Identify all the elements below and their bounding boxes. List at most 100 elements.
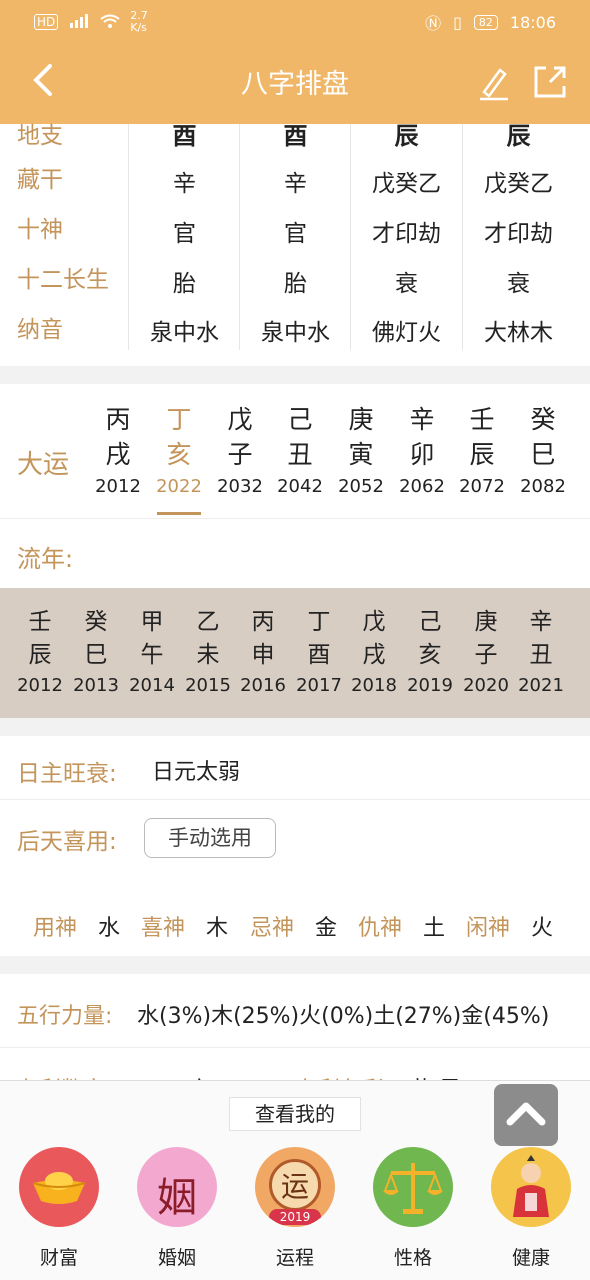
nfc-icon: Ⓝ — [425, 14, 442, 33]
wangshuai-value: 日元太弱 — [152, 760, 241, 785]
shen-label: 喜神 — [141, 916, 186, 941]
health-label: 健康 — [511, 1247, 550, 1269]
dayun-item[interactable]: 癸巳 2082 — [513, 402, 573, 502]
marriage-glyph: 姻 — [157, 1175, 197, 1221]
health-icon — [491, 1147, 571, 1227]
fortune-year-badge: 2019 — [269, 1209, 321, 1225]
label-nayin: 纳音 — [17, 317, 63, 343]
liunian-year: 2017 — [296, 675, 342, 696]
dayun-stem: 辛 — [409, 405, 435, 434]
shen-label: 仇神 — [358, 916, 403, 941]
shen-label: 忌神 — [250, 916, 295, 941]
liunian-item[interactable]: 癸巳 2013 — [68, 606, 124, 700]
dayun-stem: 癸 — [530, 405, 556, 434]
share-button[interactable] — [530, 62, 570, 102]
dayun-branch: 戌 — [105, 440, 131, 469]
liunian-stem: 丁 — [307, 609, 331, 635]
liunian-year: 2014 — [129, 675, 175, 696]
scroll-top-button[interactable] — [494, 1084, 558, 1146]
liunian-stem: 己 — [418, 609, 442, 635]
personality-button[interactable]: 性格 — [371, 1147, 455, 1269]
dayun-item[interactable]: 戊子 2032 — [210, 402, 270, 502]
liunian-item[interactable]: 戊戌 2018 — [346, 606, 402, 700]
dayun-stem: 庚 — [348, 405, 374, 434]
pillar-column-month: 酉 辛 官 胎 泉中水 — [239, 122, 350, 350]
clock: 18:06 — [509, 12, 556, 32]
liunian-branch: 戌 — [362, 642, 386, 668]
liunian-item[interactable]: 辛丑 2021 — [513, 606, 569, 700]
canggan-cell: 辛 — [173, 171, 196, 197]
dayun-branch: 卯 — [409, 440, 435, 469]
dayun-branch: 丑 — [287, 440, 313, 469]
dayun-item[interactable]: 庚寅 2052 — [331, 402, 391, 502]
dayun-stem: 己 — [287, 405, 313, 434]
marriage-button[interactable]: 姻 婚姻 — [135, 1147, 219, 1269]
shen-value: 木 — [206, 916, 229, 941]
app-header: 八字排盘 — [0, 42, 590, 124]
wealth-label: 财富 — [39, 1247, 78, 1269]
label-changsheng: 十二长生 — [17, 267, 109, 293]
liunian-branch: 辰 — [28, 642, 52, 668]
battery-level: 82 — [473, 14, 498, 30]
changsheng-cell: 胎 — [284, 271, 307, 297]
dayun-branch: 子 — [227, 440, 253, 469]
dizhi-cell: 酉 — [283, 122, 308, 150]
liunian-branch: 子 — [474, 642, 498, 668]
wangshuai-label: 日主旺衰: — [17, 761, 117, 787]
wifi-icon — [100, 14, 120, 31]
liunian-stem: 戊 — [362, 609, 386, 635]
liunian-item[interactable]: 壬辰 2012 — [12, 606, 68, 700]
liunian-item[interactable]: 丙申 2016 — [235, 606, 291, 700]
liunian-panel: 壬辰 2012 癸巳 2013 甲午 2014 乙未 2015 丙申 2016 丁酉 201… — [0, 588, 590, 718]
dizhi-cell: 辰 — [506, 122, 531, 150]
dayun-item[interactable]: 辛卯 2062 — [392, 402, 452, 502]
liunian-branch: 亥 — [418, 642, 442, 668]
shen-value: 金 — [315, 916, 338, 941]
dayun-item[interactable]: 壬辰 2072 — [452, 402, 512, 502]
dizhi-cell: 酉 — [172, 122, 197, 150]
nayin-cell: 泉中水 — [261, 320, 330, 346]
dayun-year: 2052 — [338, 476, 384, 497]
personality-label: 性格 — [393, 1247, 432, 1269]
pillar-column-hour: 辰 戊癸乙 才印劫 衰 大林木 — [462, 122, 573, 350]
dayun-year: 2072 — [459, 476, 505, 497]
shishen-cell: 官 — [173, 221, 196, 247]
shen-value: 土 — [423, 916, 446, 941]
changsheng-cell: 胎 — [173, 271, 196, 297]
liunian-item[interactable]: 丁酉 2017 — [291, 606, 347, 700]
dizhi-cell: 辰 — [394, 122, 419, 150]
changsheng-cell: 衰 — [507, 271, 530, 297]
scale-icon — [373, 1147, 453, 1227]
dayun-item[interactable]: 丙戌 2012 — [88, 402, 148, 502]
shen-label: 闲神 — [466, 916, 511, 941]
dayun-branch: 巳 — [530, 440, 556, 469]
label-dizhi: 地支 — [17, 123, 63, 149]
marriage-label: 婚姻 — [157, 1247, 196, 1269]
dayun-stem: 丙 — [105, 405, 131, 434]
dayun-item[interactable]: 己丑 2042 — [270, 402, 330, 502]
dayun-year: 2022 — [156, 476, 202, 497]
fortune-button[interactable]: 运 2019 运程 — [253, 1147, 337, 1269]
liunian-branch: 未 — [196, 642, 220, 668]
health-button[interactable]: 健康 — [489, 1147, 573, 1269]
edit-button[interactable] — [474, 62, 514, 102]
liunian-year: 2016 — [240, 675, 286, 696]
canggan-cell: 戊癸乙 — [372, 171, 441, 197]
dayun-branch: 寅 — [348, 440, 374, 469]
liunian-item[interactable]: 己亥 2019 — [402, 606, 458, 700]
wealth-button[interactable]: 财富 — [17, 1147, 101, 1269]
liunian-branch: 巳 — [84, 642, 108, 668]
dayun-item-active[interactable]: 丁亥 2022 — [149, 402, 209, 502]
liunian-year: 2020 — [463, 675, 509, 696]
liunian-item[interactable]: 乙未 2015 — [180, 606, 236, 700]
liunian-year: 2019 — [407, 675, 453, 696]
dayun-active-indicator — [157, 512, 201, 515]
liunian-item[interactable]: 甲午 2014 — [124, 606, 180, 700]
liunian-label: 流年: — [17, 545, 74, 573]
wangshuai-row: 日主旺衰: 日元太弱 — [0, 736, 590, 800]
changsheng-cell: 衰 — [395, 271, 418, 297]
liunian-item[interactable]: 庚子 2020 — [458, 606, 514, 700]
liunian-branch: 申 — [251, 642, 275, 668]
manual-select-button[interactable]: 手动选用 — [144, 818, 276, 858]
liunian-stem: 癸 — [84, 609, 108, 635]
